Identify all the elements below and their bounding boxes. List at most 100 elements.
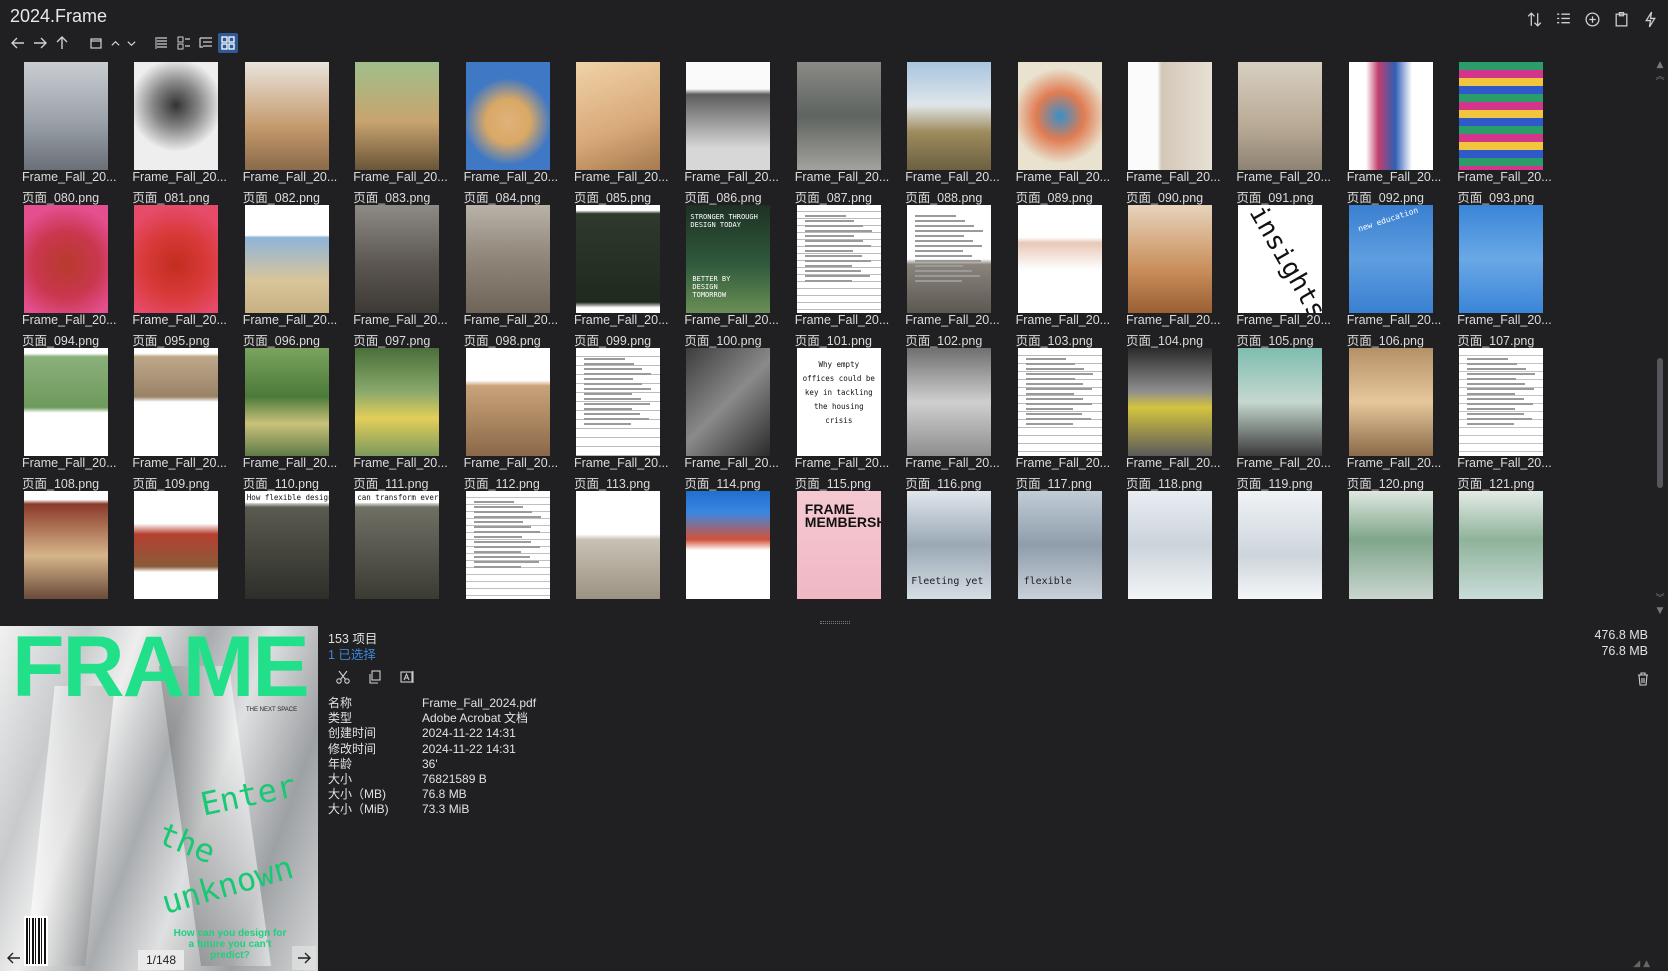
file-grid: Frame_Fall_20... 页面_080.png Frame_Fall_20.…	[0, 58, 1652, 620]
file-thumbnail[interactable]: Frame_Fall_20... 页面_091.png	[1214, 58, 1332, 205]
file-thumbnail[interactable]: Frame_Fall_20... 页面_088.png	[883, 58, 1001, 205]
file-thumbnail[interactable]: Frame_Fall_20... 页面_120.png	[1325, 344, 1443, 491]
lightning-icon[interactable]	[1639, 8, 1662, 30]
scissors-icon[interactable]	[332, 666, 354, 688]
chevron-down-icon[interactable]	[124, 33, 138, 53]
file-thumbnail[interactable]: How flexible design	[221, 487, 339, 620]
scroll-up-page-icon[interactable]: ︽	[1655, 72, 1665, 82]
rename-icon[interactable]	[396, 666, 418, 688]
clipboard-icon[interactable]	[1610, 8, 1633, 30]
scroll-down-page-icon[interactable]: ︾	[1655, 594, 1665, 604]
file-thumbnail[interactable]	[110, 487, 228, 620]
file-thumbnail[interactable]: Frame_Fall_20... 页面_097.png	[331, 201, 449, 348]
list-details-icon[interactable]	[152, 33, 172, 53]
file-thumbnail[interactable]: FRAME MEMBERSHIPS	[773, 487, 891, 620]
file-thumbnail[interactable]: Frame_Fall_20... 页面_090.png	[1104, 58, 1222, 205]
file-thumbnail[interactable]: Frame_Fall_20... 页面_098.png	[442, 201, 560, 348]
file-thumbnail[interactable]: Frame_Fall_20... 页面_119.png	[1214, 344, 1332, 491]
property-value: 36'	[422, 756, 438, 771]
file-thumbnail[interactable]: Frame_Fall_20... 页面_111.png	[331, 344, 449, 491]
file-thumbnail[interactable]: Frame_Fall_20... 页面_096.png	[221, 201, 339, 348]
file-thumbnail[interactable]: Frame_Fall_20... 页面_116.png	[883, 344, 1001, 491]
file-thumbnail[interactable]	[1325, 487, 1443, 620]
file-thumbnail[interactable]: Frame_Fall_20... 页面_081.png	[110, 58, 228, 205]
file-thumbnail[interactable]: Frame_Fall_20... 页面_109.png	[110, 344, 228, 491]
trash-icon[interactable]	[1632, 668, 1654, 690]
file-thumbnail[interactable]: Frame_Fall_20... 页面_087.png	[773, 58, 891, 205]
file-thumbnail[interactable]: Frame_Fall_20... 页面_095.png	[110, 201, 228, 348]
cover-title: FRAME	[12, 626, 310, 715]
thumbnail-image: insights	[1238, 205, 1323, 313]
file-thumbnail[interactable]	[1214, 487, 1332, 620]
file-thumbnail[interactable]: flexible	[994, 487, 1112, 620]
file-thumbnail[interactable]: can transform every	[331, 487, 449, 620]
next-page-button[interactable]	[292, 946, 316, 970]
file-thumbnail[interactable]: Frame_Fall_20... 页面_089.png	[994, 58, 1112, 205]
file-thumbnail[interactable]: Frame_Fall_20... 页面_082.png	[221, 58, 339, 205]
file-thumbnail[interactable]: Frame_Fall_20... 页面_102.png	[883, 201, 1001, 348]
file-thumbnail[interactable]: Frame_Fall_20... 页面_092.png	[1325, 58, 1443, 205]
thumbnail-image	[24, 62, 108, 170]
list-thumbs-icon[interactable]	[174, 33, 194, 53]
file-thumbnail[interactable]	[0, 487, 118, 620]
file-thumbnail[interactable]: Why empty offices could be key in tackli…	[773, 344, 891, 491]
file-thumbnail[interactable]: Frame_Fall_20... 页面_086.png	[662, 58, 780, 205]
file-thumbnail[interactable]: Frame_Fall_20... 页面_110.png	[221, 344, 339, 491]
file-thumbnail[interactable]: new education Frame_Fall_20... 页面_106.png	[1325, 201, 1443, 348]
file-thumbnail[interactable]: Frame_Fall_20... 页面_117.png	[994, 344, 1112, 491]
file-thumbnail[interactable]: Frame_Fall_20... 页面_085.png	[552, 58, 670, 205]
columns-icon[interactable]	[1552, 8, 1575, 30]
tab-icon[interactable]	[86, 33, 106, 53]
sort-icon[interactable]	[1523, 8, 1546, 30]
thumbnail-image	[244, 348, 329, 456]
file-thumbnail[interactable]: Frame_Fall_20... 页面_099.png	[552, 201, 670, 348]
file-thumbnail[interactable]	[1435, 487, 1553, 620]
file-thumbnail[interactable]: Frame_Fall_20... 页面_121.png	[1435, 344, 1553, 491]
file-thumbnail[interactable]: Frame_Fall_20... 页面_108.png	[0, 344, 118, 491]
selected-count[interactable]: 1 已选择	[328, 644, 376, 663]
file-thumbnail[interactable]	[442, 487, 560, 620]
chevron-up-icon[interactable]	[108, 33, 122, 53]
arrow-up-icon[interactable]	[52, 33, 72, 53]
arrow-left-icon[interactable]	[8, 33, 28, 53]
vertical-scrollbar[interactable]: ▲ ︽ ︾ ▼	[1652, 58, 1668, 620]
file-thumbnail[interactable]: Frame_Fall_20... 页面_101.png	[773, 201, 891, 348]
add-circle-icon[interactable]	[1581, 8, 1604, 30]
arrow-right-icon[interactable]	[30, 33, 50, 53]
previous-page-button[interactable]	[2, 946, 26, 970]
thumbnail-image	[686, 491, 771, 599]
scroll-thumb[interactable]	[1657, 358, 1663, 488]
scroll-down-icon[interactable]: ▼	[1655, 606, 1665, 616]
file-thumbnail[interactable]	[552, 487, 670, 620]
file-thumbnail[interactable]: Frame_Fall_20... 页面_112.png	[442, 344, 560, 491]
file-thumbnail[interactable]: Frame_Fall_20... 页面_104.png	[1104, 201, 1222, 348]
splitter-grip[interactable]	[820, 621, 850, 624]
file-thumbnail[interactable]: Frame_Fall_20... 页面_080.png	[0, 58, 118, 205]
list-tree-icon[interactable]	[196, 33, 216, 53]
file-thumbnail[interactable]	[662, 487, 780, 620]
file-thumbnail[interactable]: Frame_Fall_20... 页面_093.png	[1435, 58, 1553, 205]
status-corner: ◢ ▲	[1633, 959, 1650, 969]
file-thumbnail[interactable]: STRONGER THROUGH DESIGN TODAY BETTER BY D…	[662, 201, 780, 348]
file-thumbnail[interactable]: Frame_Fall_20... 页面_113.png	[552, 344, 670, 491]
file-thumbnail[interactable]	[1104, 487, 1222, 620]
file-thumbnail[interactable]: insights Frame_Fall_20... 页面_105.png	[1214, 201, 1332, 348]
navigation-toolbar	[8, 32, 238, 54]
file-thumbnail[interactable]: Frame_Fall_20... 页面_094.png	[0, 201, 118, 348]
thumbnail-image	[1459, 205, 1544, 313]
file-thumbnail[interactable]: Frame_Fall_20... 页面_118.png	[1104, 344, 1222, 491]
file-thumbnail[interactable]: Fleeting yet	[883, 487, 1001, 620]
file-thumbnail[interactable]: Frame_Fall_20... 页面_114.png	[662, 344, 780, 491]
copy-icon[interactable]	[364, 666, 386, 688]
grid-icon[interactable]	[218, 33, 238, 53]
file-thumbnail[interactable]: Frame_Fall_20... 页面_084.png	[442, 58, 560, 205]
thumbnail-image	[1128, 491, 1212, 599]
thumbnail-text: FRAME MEMBERSHIPS	[804, 501, 881, 530]
scroll-up-icon[interactable]: ▲	[1655, 60, 1665, 70]
property-value: 76821589 B	[422, 772, 487, 787]
file-thumbnail[interactable]: Frame_Fall_20... 页面_107.png	[1435, 201, 1553, 348]
total-size: 476.8 MB	[1594, 628, 1648, 642]
thumbnail-image	[465, 491, 550, 599]
file-thumbnail[interactable]: Frame_Fall_20... 页面_083.png	[331, 58, 449, 205]
file-thumbnail[interactable]: Frame_Fall_20... 页面_103.png	[994, 201, 1112, 348]
